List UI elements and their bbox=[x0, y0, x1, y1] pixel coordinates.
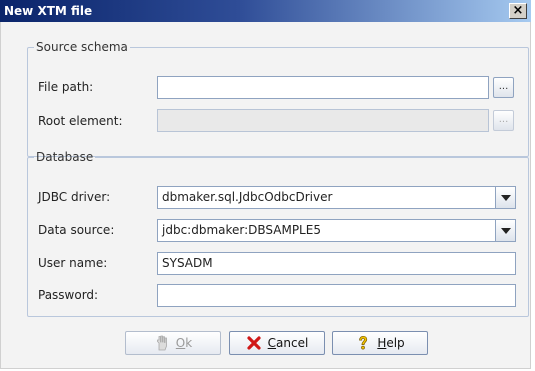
jdbc-driver-label: JDBC driver: bbox=[38, 190, 111, 204]
cancel-button-label: Cancel bbox=[267, 336, 309, 350]
file-path-browse-button[interactable]: ... bbox=[493, 77, 514, 98]
root-element-label: Root element: bbox=[38, 114, 123, 128]
help-button[interactable]: Help bbox=[332, 331, 428, 355]
ellipsis-icon: ... bbox=[498, 114, 509, 125]
data-source-dropdown-button[interactable] bbox=[495, 219, 516, 242]
data-source-label: Data source: bbox=[38, 223, 115, 237]
file-path-label: File path: bbox=[38, 80, 94, 94]
source-schema-legend: Source schema bbox=[36, 40, 128, 54]
close-button[interactable]: × bbox=[509, 3, 527, 19]
new-xtm-file-dialog: New XTM file × Source schema File path: … bbox=[0, 0, 531, 369]
chevron-down-icon bbox=[501, 228, 511, 234]
window-title: New XTM file bbox=[4, 4, 93, 18]
hand-icon bbox=[156, 335, 167, 351]
data-source-select[interactable]: jdbc:dbmaker:DBSAMPLE5 bbox=[157, 219, 496, 242]
root-element-browse-button: ... bbox=[493, 110, 514, 131]
title-bar[interactable]: New XTM file × bbox=[0, 0, 531, 22]
password-label: Password: bbox=[38, 288, 99, 302]
password-input[interactable] bbox=[157, 284, 516, 307]
help-button-label: Help bbox=[377, 336, 405, 350]
red-x-icon bbox=[247, 336, 261, 350]
dialog-body: Source schema File path: ... Root elemen… bbox=[0, 22, 531, 369]
root-element-input bbox=[157, 109, 489, 132]
user-name-input[interactable]: SYSADM bbox=[157, 252, 516, 275]
question-icon bbox=[359, 335, 368, 350]
database-legend: Database bbox=[36, 150, 94, 164]
ok-button-label: Ok bbox=[175, 336, 193, 350]
close-icon: × bbox=[512, 3, 524, 18]
jdbc-driver-select[interactable]: dbmaker.sql.JdbcOdbcDriver bbox=[157, 186, 496, 209]
user-name-label: User name: bbox=[38, 256, 108, 270]
chevron-down-icon bbox=[501, 195, 511, 201]
jdbc-driver-dropdown-button[interactable] bbox=[495, 186, 516, 209]
ellipsis-icon: ... bbox=[498, 81, 509, 92]
cancel-button[interactable]: Cancel bbox=[229, 331, 325, 355]
ok-button[interactable]: Ok bbox=[125, 331, 221, 355]
file-path-input[interactable] bbox=[157, 76, 489, 99]
